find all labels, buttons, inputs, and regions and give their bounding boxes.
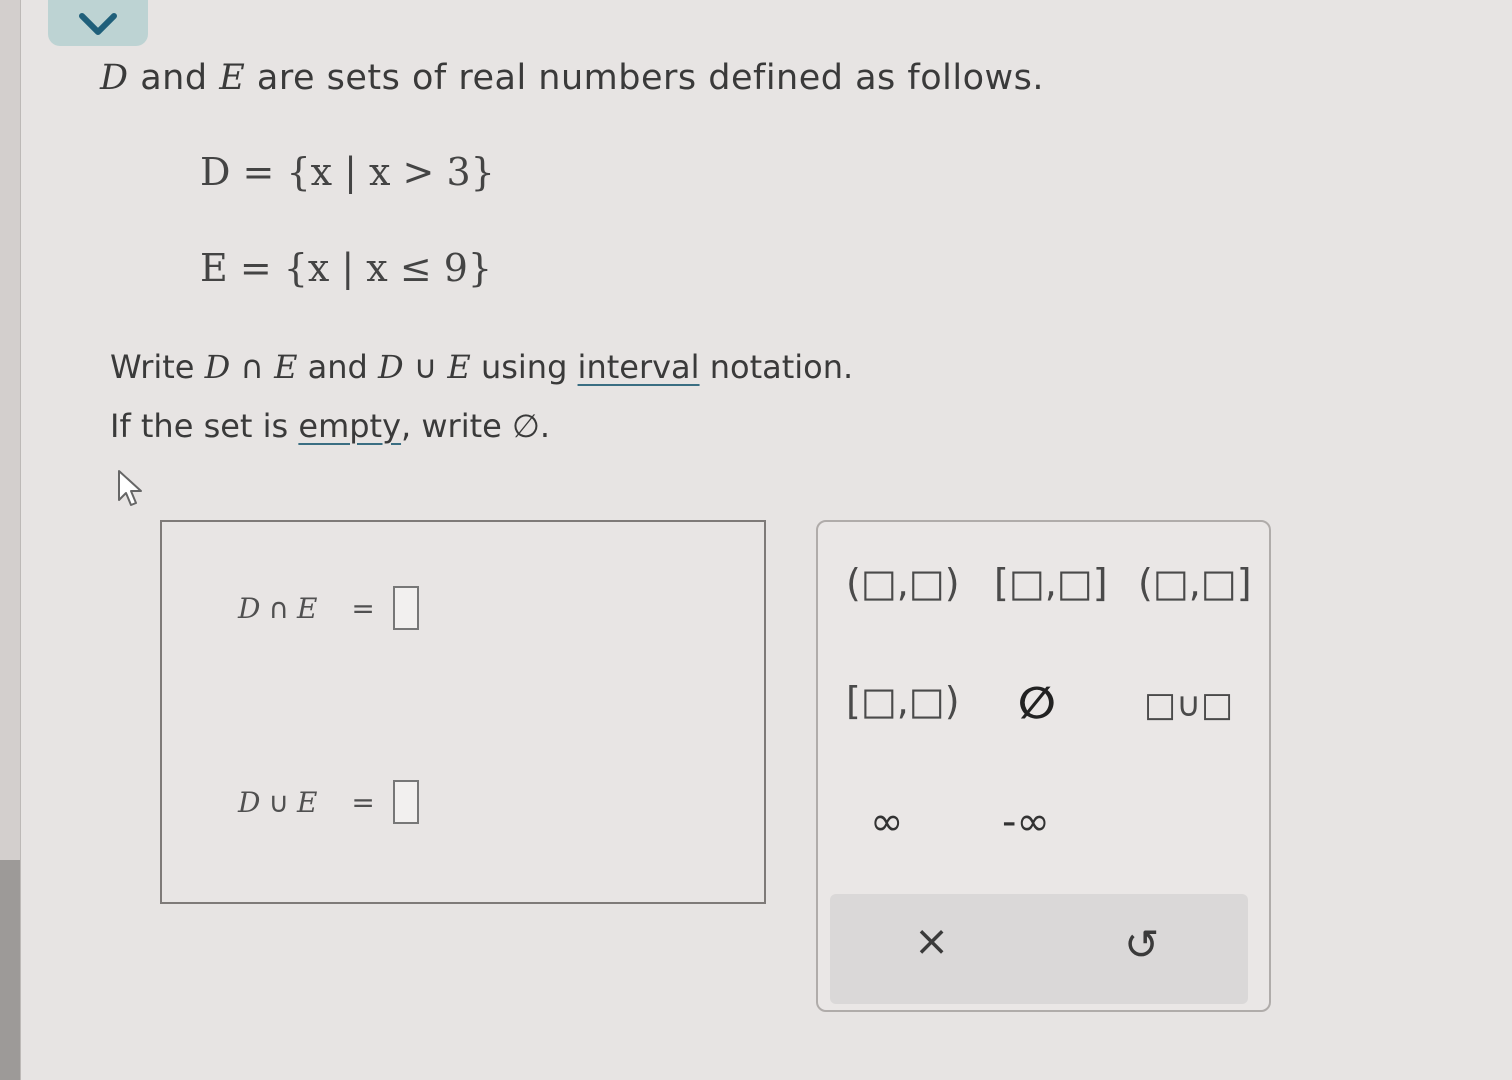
- union-e: E: [296, 785, 326, 819]
- empty-mid: , write: [401, 407, 502, 445]
- instruction-d2: D: [377, 348, 404, 386]
- union-op: ∪: [268, 785, 297, 819]
- empty-set-button[interactable]: ∅: [1018, 682, 1056, 726]
- open-open-interval-button[interactable]: (□,□): [846, 564, 960, 602]
- empty-post: .: [539, 407, 551, 445]
- instruction-and: and: [307, 348, 368, 386]
- clear-button[interactable]: ×: [914, 920, 949, 962]
- intersection-answer-row: D∩E =: [238, 586, 419, 630]
- intersection-expression: D∩E: [238, 592, 325, 625]
- intersection-d: D: [238, 591, 269, 625]
- negative-infinity-button[interactable]: -∞: [1002, 802, 1050, 842]
- instruction-e1: E: [274, 348, 298, 386]
- instruction-write: Write: [110, 348, 195, 386]
- union-equals: =: [351, 785, 375, 819]
- open-closed-interval-button[interactable]: (□,□]: [1138, 564, 1252, 602]
- infinity-button[interactable]: ∞: [870, 802, 903, 842]
- collapse-toggle-button[interactable]: [48, 0, 148, 46]
- set-d-definition: D = {x | x > 3}: [200, 150, 495, 194]
- union-d: D: [238, 785, 269, 819]
- left-edge-scrollbar[interactable]: [0, 860, 20, 1080]
- union-button[interactable]: □∪□: [1144, 688, 1233, 722]
- intersection-e: E: [296, 591, 326, 625]
- intro-var-d: D: [100, 58, 129, 98]
- instruction-e2: E: [447, 348, 471, 386]
- intersection-answer-input[interactable]: [392, 586, 419, 630]
- intro-var-e: E: [219, 58, 246, 98]
- chevron-down-icon: [79, 13, 117, 35]
- instruction-cap: ∩: [240, 348, 264, 386]
- palette-action-bar: × ↺: [830, 894, 1248, 1004]
- closed-closed-interval-button[interactable]: [□,□]: [994, 564, 1108, 602]
- empty-set-instruction: If the set is empty, write ∅.: [110, 407, 550, 445]
- intersection-equals: =: [351, 591, 375, 625]
- intro-text: are sets of real numbers defined as foll…: [256, 58, 1045, 98]
- empty-set-symbol: ∅: [512, 407, 540, 445]
- math-palette: (□,□) [□,□] (□,□] [□,□) ∅ □∪□ ∞ -∞ × ↺: [816, 520, 1271, 1012]
- interval-link[interactable]: interval: [578, 348, 700, 386]
- empty-pre: If the set is: [110, 407, 289, 445]
- empty-link[interactable]: empty: [298, 407, 401, 445]
- instruction-d1: D: [204, 348, 231, 386]
- close-icon: ×: [914, 916, 950, 965]
- answer-area: D∩E = D∪E =: [160, 520, 766, 904]
- instruction-using: using: [480, 348, 568, 386]
- undo-icon: ↺: [1124, 920, 1160, 969]
- problem-intro: D and E are sets of real numbers defined…: [100, 58, 1044, 98]
- intro-and: and: [140, 58, 208, 98]
- union-expression: D∪E: [238, 786, 325, 819]
- instruction-cup: ∪: [413, 348, 438, 386]
- undo-button[interactable]: ↺: [1124, 924, 1159, 966]
- pointer-cursor-icon: [116, 468, 148, 514]
- union-answer-row: D∪E =: [238, 780, 419, 824]
- set-e-definition: E = {x | x ≤ 9}: [200, 246, 493, 290]
- closed-open-interval-button[interactable]: [□,□): [846, 682, 960, 720]
- instruction-notation: notation.: [709, 348, 854, 386]
- intersection-op: ∩: [268, 591, 297, 625]
- union-answer-input[interactable]: [392, 780, 419, 824]
- instruction-line: Write D ∩ E and D ∪ E using interval not…: [110, 348, 853, 386]
